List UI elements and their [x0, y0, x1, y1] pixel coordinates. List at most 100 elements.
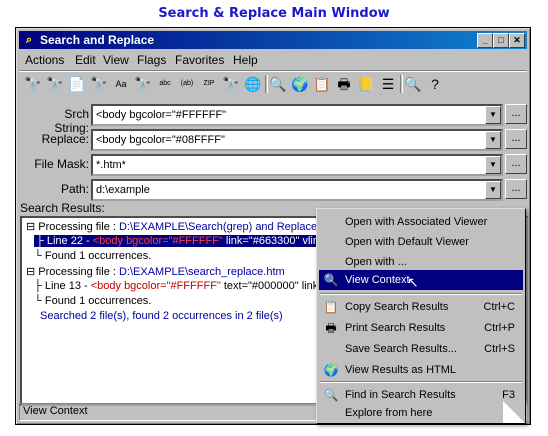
replace-field[interactable]: <body bgcolor="#08FFFF" ▼: [91, 129, 503, 151]
menu-view-html[interactable]: 🌍 View Results as HTML: [319, 360, 523, 380]
processing-label: Processing file :: [38, 221, 119, 233]
tree-found-line[interactable]: └ Found 1 occurrences.: [34, 295, 151, 307]
search-string-label: Srch String:: [54, 107, 89, 135]
menu-item-label: Open with Associated Viewer: [345, 216, 488, 228]
menu-favorites[interactable]: Favorites: [175, 53, 224, 67]
path-field[interactable]: d:\example ▼: [91, 179, 503, 201]
toolbar-separator: [265, 75, 267, 93]
search-browse-button[interactable]: ...: [505, 104, 527, 124]
page-curl-decoration: [503, 401, 525, 423]
menu-item-label: Find in Search Results: [345, 389, 456, 401]
menu-copy-results[interactable]: 📋 Copy Search Results Ctrl+C: [319, 297, 523, 317]
find-file-icon[interactable]: 📄: [68, 75, 86, 93]
binoculars-purple-icon[interactable]: 🔭: [46, 75, 64, 93]
tree-found-line[interactable]: └ Found 1 occurrences.: [34, 250, 151, 262]
close-button[interactable]: ✕: [509, 33, 525, 48]
replace-browse-button[interactable]: ...: [505, 129, 527, 149]
binoculars-2-icon[interactable]: 🔭: [134, 75, 152, 93]
copy-icon: 📋: [323, 300, 339, 314]
view-context-icon: 🔍: [323, 273, 339, 287]
menu-bar: Actions Edit View Flags Favorites Help: [19, 51, 527, 69]
menu-item-label: Open with Default Viewer: [345, 236, 469, 248]
toolbar-separator: [400, 75, 402, 93]
menu-item-label: View Results as HTML: [345, 364, 457, 376]
found-count: Found 1 occurrences.: [44, 250, 152, 262]
menu-open-with[interactable]: Open with ...: [319, 252, 523, 272]
context-menu: Open with Associated Viewer Open with De…: [316, 208, 526, 424]
find-settings-icon[interactable]: 🔍: [404, 75, 422, 93]
maximize-button[interactable]: □: [493, 33, 509, 48]
find-icon: 🔍: [323, 388, 339, 402]
menu-item-label: Copy Search Results: [345, 301, 449, 313]
window-title: Search and Replace: [40, 33, 155, 47]
dropdown-arrow-icon[interactable]: ▼: [485, 106, 501, 124]
menu-open-default-viewer[interactable]: Open with Default Viewer: [319, 232, 523, 252]
file-mask-browse-button[interactable]: ...: [505, 154, 527, 174]
page-caption: Search & Replace Main Window: [158, 6, 390, 21]
find-replace-aa-icon[interactable]: Aa: [112, 75, 130, 93]
mouse-cursor-icon: ↖: [407, 274, 419, 290]
replace-regex-icon[interactable]: (ab): [178, 75, 196, 93]
menu-view-context[interactable]: 🔍 View Context ↖: [319, 270, 523, 290]
menu-item-label: Open with ...: [345, 256, 407, 268]
file-mask-label: File Mask:: [34, 157, 89, 171]
file-path: D:\EXAMPLE\Search(grep) and Replace I: [118, 221, 324, 233]
binoculars-yellow-icon[interactable]: 🔭: [90, 75, 108, 93]
path-browse-button[interactable]: ...: [505, 179, 527, 199]
view-context-icon[interactable]: 🔍: [269, 75, 287, 93]
search-string-value: <body bgcolor="#FFFFFF": [96, 109, 227, 121]
tree-file-node[interactable]: ⊟ Processing file : D:\EXAMPLE\Search(gr…: [26, 220, 323, 233]
tree-file-node[interactable]: ⊟ Processing file : D:\EXAMPLE\search_re…: [26, 265, 285, 278]
binoculars-icon[interactable]: 🔭: [24, 75, 42, 93]
menu-separator: [320, 293, 522, 295]
menu-explore-from-here[interactable]: Explore from here: [319, 403, 523, 423]
web-search-icon[interactable]: 🌐: [244, 75, 262, 93]
menu-actions[interactable]: Actions: [25, 53, 64, 67]
menu-edit[interactable]: Edit: [75, 53, 96, 67]
menu-separator: [320, 381, 522, 383]
list-icon[interactable]: ☰: [379, 75, 397, 93]
found-count: Found 1 occurrences.: [44, 295, 152, 307]
line-number: Line 13 -: [44, 280, 91, 292]
print-icon[interactable]: 🖶: [335, 75, 353, 93]
menu-save-results[interactable]: Save Search Results... Ctrl+S: [319, 339, 523, 359]
menu-item-label: View Context: [345, 274, 410, 286]
menu-view[interactable]: View: [103, 53, 129, 67]
zip-icon[interactable]: ZIP: [200, 75, 218, 93]
dropdown-arrow-icon[interactable]: ▼: [485, 131, 501, 149]
file-mask-field[interactable]: *.htm* ▼: [91, 154, 503, 176]
shortcut-label: Ctrl+S: [484, 343, 515, 355]
search-string-field[interactable]: <body bgcolor="#FFFFFF" ▼: [91, 104, 503, 126]
menu-print-results[interactable]: 🖶 Print Search Results Ctrl+P: [319, 318, 523, 338]
toolbar: 🔭 🔭 📄 🔭 Aa 🔭 abc (ab) ZIP 🔭 🌐 🔍 🌍 📋 🖶 📒 ☰ 🔍?: [19, 70, 527, 97]
tree-match-line[interactable]: ├ Line 13 - <body bgcolor="#FFFFFF" text…: [34, 280, 325, 292]
matched-text: <body bgcolor="#FFFFFF": [92, 235, 223, 247]
help-icon[interactable]: ?: [426, 75, 444, 93]
binoculars-3-icon[interactable]: 🔭: [222, 75, 240, 93]
globe-icon: 🌍: [323, 363, 339, 377]
print-icon: 🖶: [325, 321, 337, 335]
path-label: Path:: [60, 182, 89, 196]
tree-match-line-selected[interactable]: ├ Line 22 - <body bgcolor="#FFFFFF" link…: [34, 235, 327, 247]
file-mask-value: *.htm*: [96, 159, 126, 171]
line-rest: text="#000000" link=: [220, 280, 325, 292]
minimize-button[interactable]: _: [477, 33, 493, 48]
menu-item-label: Print Search Results: [345, 322, 446, 334]
dropdown-arrow-icon[interactable]: ▼: [485, 156, 501, 174]
menu-help[interactable]: Help: [233, 53, 258, 67]
notes-icon[interactable]: 📒: [357, 75, 375, 93]
copy-icon[interactable]: 📋: [313, 75, 331, 93]
menu-open-associated-viewer[interactable]: Open with Associated Viewer: [319, 212, 523, 232]
menu-item-label: Save Search Results...: [345, 343, 457, 355]
shortcut-label: Ctrl+C: [483, 301, 515, 313]
replace-value: <body bgcolor="#08FFFF": [96, 134, 225, 146]
replace-abc-icon[interactable]: abc: [156, 75, 174, 93]
line-rest: link="#663300" vlink: [222, 235, 325, 247]
menu-item-label: Explore from here: [345, 407, 433, 419]
menu-flags[interactable]: Flags: [137, 53, 166, 67]
globe-icon[interactable]: 🌍: [291, 75, 309, 93]
menu-find-in-results[interactable]: 🔍 Find in Search Results F3: [319, 385, 523, 405]
replace-label: Replace:: [41, 132, 89, 146]
dropdown-arrow-icon[interactable]: ▼: [485, 181, 501, 199]
shortcut-label: Ctrl+P: [484, 322, 515, 334]
